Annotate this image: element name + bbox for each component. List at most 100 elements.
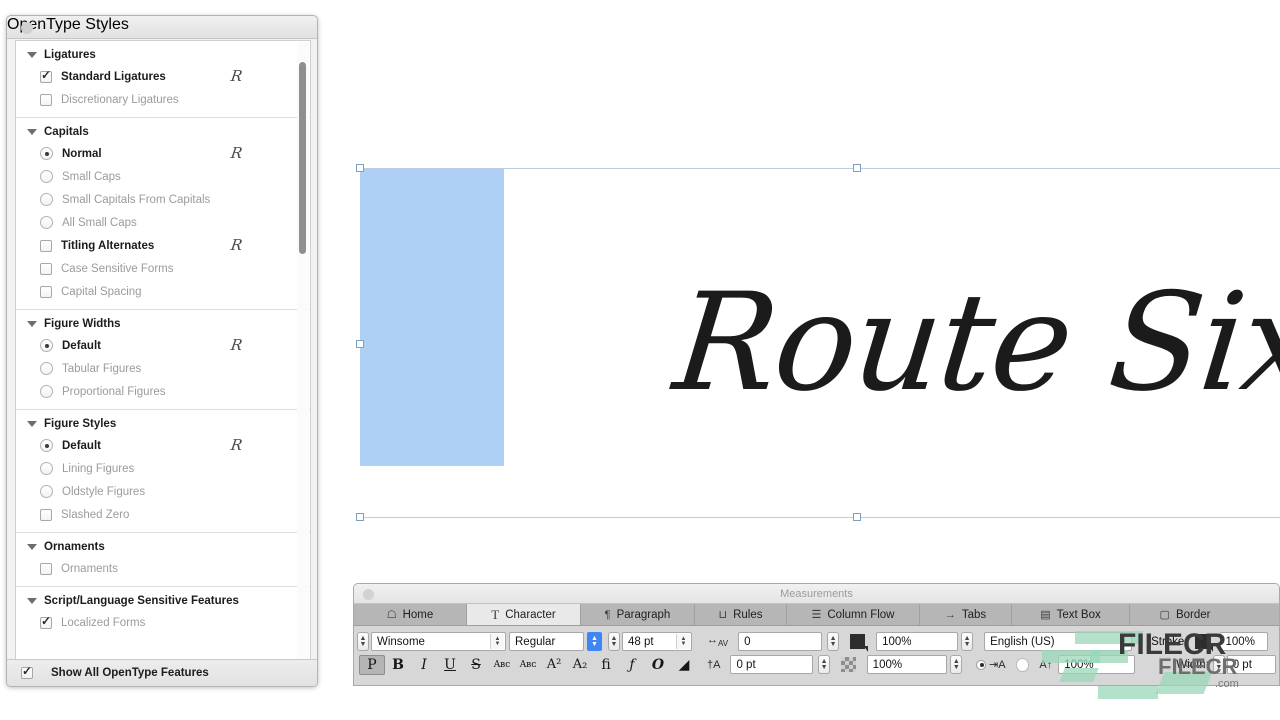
group-header-ornaments[interactable]: Ornaments xyxy=(16,538,310,557)
chevron-down-icon[interactable] xyxy=(27,544,37,550)
chevron-updown-icon[interactable]: ▲▼ xyxy=(490,634,504,649)
stroke-shade-field[interactable]: 100% xyxy=(1220,632,1268,651)
group-header-figure-widths[interactable]: Figure Widths xyxy=(16,315,310,334)
checkbox-standard-ligatures[interactable] xyxy=(40,71,52,83)
radio-lining-figures[interactable] xyxy=(40,462,53,475)
plain-style-button[interactable]: P xyxy=(359,655,385,675)
vertical-scale-radio[interactable] xyxy=(1016,658,1030,672)
radio-figure-styles-default[interactable] xyxy=(40,439,53,452)
measurements-tab-bar[interactable]: ☖ Home T Character ¶ Paragraph ⊔ Rules ☰… xyxy=(354,604,1279,626)
fill-opacity-field[interactable]: 100% xyxy=(867,655,948,674)
checkbox-show-all-opentype-features[interactable] xyxy=(21,667,33,679)
option-discretionary-ligatures[interactable]: Discretionary Ligatures xyxy=(16,88,310,111)
checkbox-case-sensitive-forms[interactable] xyxy=(40,263,52,275)
close-icon[interactable] xyxy=(21,22,33,34)
checkbox-slashed-zero[interactable] xyxy=(40,509,52,521)
baseline-shift-stepper[interactable]: ▲▼ xyxy=(818,655,830,674)
stroke-color-swatch[interactable] xyxy=(1195,634,1210,649)
radio-oldstyle-figures[interactable] xyxy=(40,485,53,498)
option-normal[interactable]: Normal R xyxy=(16,142,310,165)
tab-tabs[interactable]: → Tabs xyxy=(920,604,1012,625)
chevron-updown-icon[interactable]: ▲▼ xyxy=(676,634,690,649)
option-standard-ligatures[interactable]: Standard Ligatures R xyxy=(16,65,310,88)
tracking-stepper[interactable]: ▲▼ xyxy=(827,632,839,651)
option-localized-forms[interactable]: Localized Forms xyxy=(16,611,310,634)
opentype-function-button[interactable]: ƒ xyxy=(619,655,645,675)
italic-style-button[interactable]: I xyxy=(411,655,437,675)
font-size-stepper[interactable]: ▲▼ xyxy=(608,632,620,651)
measurements-titlebar[interactable]: Measurements xyxy=(354,584,1279,604)
checkbox-titling-alternates[interactable] xyxy=(40,240,52,252)
opacity-swatch[interactable] xyxy=(841,657,856,672)
fill-shade-field[interactable]: 100% xyxy=(876,632,958,651)
bold-style-button[interactable]: B xyxy=(385,655,411,675)
tab-column-flow[interactable]: ☰ Column Flow xyxy=(787,604,920,625)
option-slashed-zero[interactable]: Slashed Zero xyxy=(16,503,310,526)
close-icon[interactable] xyxy=(363,589,374,600)
tab-border[interactable]: ▢ Border xyxy=(1130,604,1240,625)
checkbox-capital-spacing[interactable] xyxy=(40,286,52,298)
ligature-style-button[interactable]: ﬁ xyxy=(593,655,619,675)
tab-rules[interactable]: ⊔ Rules xyxy=(695,604,787,625)
radio-small-caps[interactable] xyxy=(40,170,53,183)
small-caps-style-button[interactable]: Aʙᴄ xyxy=(515,655,541,675)
chevron-down-icon[interactable] xyxy=(27,598,37,604)
radio-all-small-caps[interactable] xyxy=(40,216,53,229)
tab-paragraph[interactable]: ¶ Paragraph xyxy=(581,604,695,625)
resize-handle-top-left[interactable] xyxy=(356,164,364,172)
opentype-options-list[interactable]: Ligatures Standard Ligatures R Discretio… xyxy=(15,40,311,660)
font-size-field[interactable]: 48 pt ▲▼ xyxy=(622,632,692,651)
opentype-styles-panel[interactable]: OpenType Styles Ligatures Standard Ligat… xyxy=(6,15,318,687)
checkbox-ornaments[interactable] xyxy=(40,563,52,575)
stroke-width-stepper[interactable]: ▲▼ xyxy=(1213,655,1225,674)
option-tabular-figures[interactable]: Tabular Figures xyxy=(16,357,310,380)
font-style-field[interactable]: Regular xyxy=(509,632,584,651)
tab-text-box[interactable]: ▤ Text Box xyxy=(1012,604,1130,625)
strikethrough-style-button[interactable]: S xyxy=(463,655,489,675)
option-capital-spacing[interactable]: Capital Spacing xyxy=(16,280,310,303)
tab-home[interactable]: ☖ Home xyxy=(354,604,467,625)
option-figure-widths-default[interactable]: Default R xyxy=(16,334,310,357)
resize-handle-middle-left[interactable] xyxy=(356,340,364,348)
checkbox-localized-forms[interactable] xyxy=(40,617,52,629)
option-small-capitals-from-capitals[interactable]: Small Capitals From Capitals xyxy=(16,188,310,211)
opentype-panel-titlebar[interactable]: OpenType Styles xyxy=(7,16,317,39)
group-header-script-language[interactable]: Script/Language Sensitive Features xyxy=(16,592,310,611)
radio-proportional-figures[interactable] xyxy=(40,385,53,398)
shadow-style-button[interactable]: ◢ xyxy=(671,655,697,675)
group-header-capitals[interactable]: Capitals xyxy=(16,123,310,142)
chevron-down-icon[interactable] xyxy=(27,129,37,135)
resize-handle-bottom-left[interactable] xyxy=(356,513,364,521)
font-family-field[interactable]: Winsome ▲▼ xyxy=(371,632,506,651)
chevron-down-icon[interactable] xyxy=(27,52,37,58)
option-titling-alternates[interactable]: Titling Alternates R xyxy=(16,234,310,257)
show-all-opentype-features-row[interactable]: Show All OpenType Features xyxy=(7,659,317,686)
checkbox-discretionary-ligatures[interactable] xyxy=(40,94,52,106)
radio-normal[interactable] xyxy=(40,147,53,160)
baseline-shift-field[interactable]: 0 pt xyxy=(730,655,813,674)
tracking-field[interactable]: 0 xyxy=(738,632,822,651)
radio-tabular-figures[interactable] xyxy=(40,362,53,375)
scale-field[interactable]: 100% xyxy=(1058,655,1135,674)
resize-handle-top-middle[interactable] xyxy=(853,164,861,172)
fill-color-swatch[interactable] xyxy=(850,634,865,649)
option-all-small-caps[interactable]: All Small Caps xyxy=(16,211,310,234)
font-family-stepper[interactable]: ▲▼ xyxy=(357,632,369,651)
tab-character[interactable]: T Character xyxy=(467,604,581,625)
option-case-sensitive-forms[interactable]: Case Sensitive Forms xyxy=(16,257,310,280)
option-figure-styles-default[interactable]: Default R xyxy=(16,434,310,457)
measurements-palette[interactable]: Measurements ☖ Home T Character ¶ Paragr… xyxy=(353,583,1280,686)
option-ornaments[interactable]: Ornaments xyxy=(16,557,310,580)
option-lining-figures[interactable]: Lining Figures xyxy=(16,457,310,480)
chevron-down-icon[interactable] xyxy=(27,421,37,427)
fill-shade-stepper[interactable]: ▲▼ xyxy=(961,632,973,651)
radio-small-capitals-from-capitals[interactable] xyxy=(40,193,53,206)
option-oldstyle-figures[interactable]: Oldstyle Figures xyxy=(16,480,310,503)
stroke-width-field[interactable]: 0 pt xyxy=(1227,655,1276,674)
font-style-dropdown-arrows[interactable]: ▲▼ xyxy=(587,632,602,651)
group-header-figure-styles[interactable]: Figure Styles xyxy=(16,415,310,434)
superscript-style-button[interactable]: A² xyxy=(541,655,567,675)
option-small-caps[interactable]: Small Caps xyxy=(16,165,310,188)
outline-style-button[interactable]: O xyxy=(645,655,671,675)
subscript-style-button[interactable]: A₂ xyxy=(567,655,593,675)
